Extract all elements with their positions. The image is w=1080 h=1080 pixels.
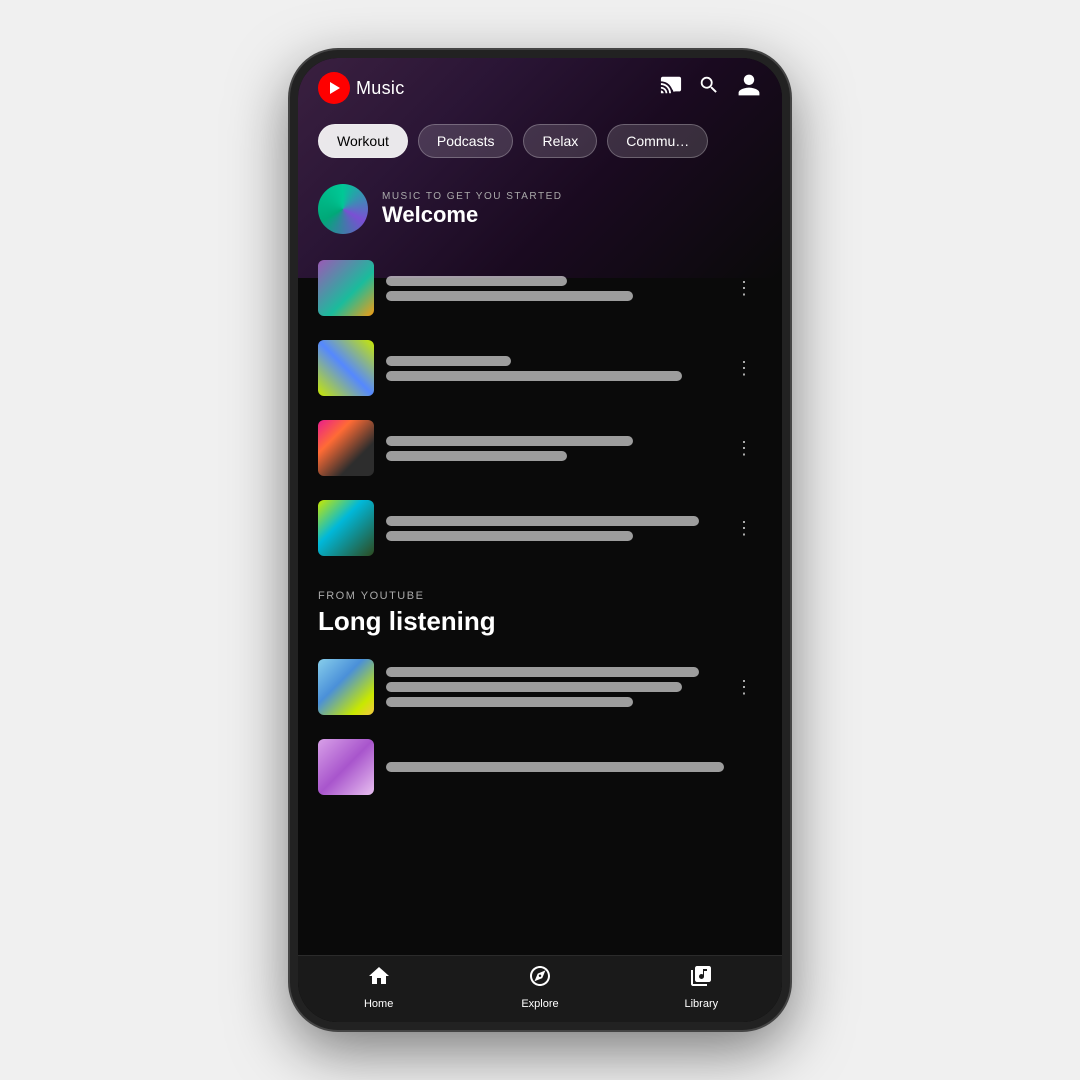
section-label-2: FROM YOUTUBE (318, 590, 762, 602)
track-item[interactable]: ⋮ (318, 250, 762, 326)
track-item[interactable]: ⋮ (318, 330, 762, 406)
track-title-line (386, 667, 699, 677)
section-title-2: Long listening (318, 606, 762, 637)
search-icon[interactable] (698, 74, 720, 102)
welcome-section: MUSIC TO GET YOU STARTED Welcome (298, 168, 782, 574)
more-options-button[interactable]: ⋮ (727, 430, 762, 467)
more-options-button[interactable]: ⋮ (727, 350, 762, 387)
track-info-1 (386, 276, 715, 301)
track-subtitle-line (386, 371, 682, 381)
track-info-5 (386, 667, 715, 707)
screen: Music (298, 58, 782, 1022)
explore-icon (528, 964, 552, 994)
track-info-4 (386, 516, 715, 541)
welcome-section-header: MUSIC TO GET YOU STARTED Welcome (318, 184, 762, 234)
nav-library-label: Library (685, 998, 719, 1010)
track-title-line (386, 276, 567, 286)
track-info-3 (386, 436, 715, 461)
avatar-gradient (318, 184, 368, 234)
nav-explore[interactable]: Explore (459, 964, 620, 1010)
bottom-navigation: Home Explore Library (298, 955, 782, 1022)
track-thumbnail-4 (318, 500, 374, 556)
track-subtitle-line (386, 291, 633, 301)
app-header: Music (298, 58, 782, 114)
track-thumbnail-5 (318, 659, 374, 715)
long-listening-track-list: ⋮ (318, 649, 762, 805)
app-name: Music (356, 78, 405, 99)
track-item[interactable]: ⋮ (318, 649, 762, 725)
chip-community[interactable]: Commu… (607, 124, 708, 158)
track-thumbnail-2 (318, 340, 374, 396)
track-info-2 (386, 356, 715, 381)
track-title-line (386, 516, 699, 526)
section-title: Welcome (382, 202, 562, 228)
nav-home[interactable]: Home (298, 964, 459, 1010)
main-content: MUSIC TO GET YOU STARTED Welcome (298, 168, 782, 955)
phone-frame: Music (290, 50, 790, 1030)
nav-library[interactable]: Library (621, 964, 782, 1010)
category-chips: Workout Podcasts Relax Commu… (298, 114, 782, 168)
track-info-6 (386, 762, 762, 772)
app-logo: Music (318, 72, 405, 104)
header-actions (660, 72, 762, 104)
track-item[interactable] (318, 729, 762, 805)
chip-podcasts[interactable]: Podcasts (418, 124, 514, 158)
track-subtitle-line (386, 531, 633, 541)
track-title-line (386, 436, 633, 446)
youtube-music-icon (318, 72, 350, 104)
track-detail-line (386, 697, 633, 707)
welcome-track-list: ⋮ ⋮ (318, 250, 762, 566)
track-subtitle-line (386, 682, 682, 692)
long-listening-section: FROM YOUTUBE Long listening ⋮ (298, 574, 782, 813)
track-thumbnail-3 (318, 420, 374, 476)
track-title-line (386, 762, 724, 772)
chip-workout[interactable]: Workout (318, 124, 408, 158)
track-title-line (386, 356, 511, 366)
track-thumbnail-6 (318, 739, 374, 795)
nav-explore-label: Explore (521, 998, 558, 1010)
nav-home-label: Home (364, 998, 393, 1010)
section-label: MUSIC TO GET YOU STARTED (382, 191, 562, 202)
more-options-button[interactable]: ⋮ (727, 669, 762, 706)
track-subtitle-line (386, 451, 567, 461)
track-thumbnail-1 (318, 260, 374, 316)
welcome-avatar (318, 184, 368, 234)
section-header-text: MUSIC TO GET YOU STARTED Welcome (382, 191, 562, 228)
track-item[interactable]: ⋮ (318, 490, 762, 566)
account-icon[interactable] (736, 72, 762, 104)
more-options-button[interactable]: ⋮ (727, 510, 762, 547)
more-options-button[interactable]: ⋮ (727, 270, 762, 307)
cast-icon[interactable] (660, 74, 682, 102)
chip-relax[interactable]: Relax (523, 124, 597, 158)
library-icon (689, 964, 713, 994)
track-item[interactable]: ⋮ (318, 410, 762, 486)
home-icon (367, 964, 391, 994)
